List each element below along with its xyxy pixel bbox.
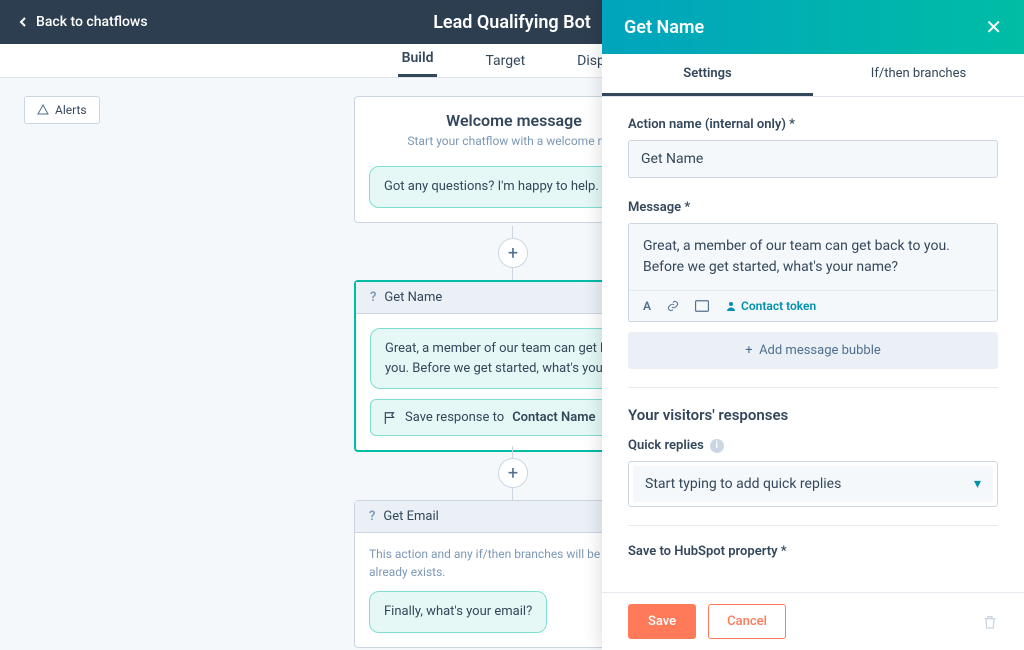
quick-replies-select[interactable]: Start typing to add quick replies ▾ [628,461,998,507]
question-icon: ? [370,290,376,305]
add-message-bubble-button[interactable]: + Add message bubble [628,332,998,369]
flag-icon [383,411,397,425]
connector [512,268,513,280]
tab-target[interactable]: Target [481,53,529,77]
connector [512,446,513,458]
contact-token-button[interactable]: Contact token [725,299,816,313]
save-to-property-label: Save to HubSpot property * [628,544,998,559]
back-button[interactable]: Back to chatflows [18,14,148,30]
page-title: Lead Qualifying Bot [433,12,591,33]
quick-replies-label: Quick replies i [628,438,998,453]
divider [628,387,998,388]
panel-footer: Save Cancel [602,592,1024,650]
get-name-strip: Get Name [384,290,442,305]
message-editor[interactable]: Great, a member of our team can get back… [628,223,998,322]
get-email-bubble: Finally, what's your email? [369,591,547,633]
tab-build[interactable]: Build [398,50,438,77]
back-label: Back to chatflows [36,14,148,30]
delete-icon[interactable] [982,613,998,631]
media-icon[interactable] [695,300,709,312]
save-prefix: Save response to [405,410,504,425]
question-icon: ? [369,509,375,524]
message-text[interactable]: Great, a member of our team can get back… [629,224,997,290]
action-name-input[interactable] [628,140,998,178]
tab-settings[interactable]: Settings [602,54,813,96]
panel-body: Action name (internal only) * Message * … [602,97,1024,592]
save-button[interactable]: Save [628,604,696,639]
connector [512,226,513,238]
chevron-left-icon [18,17,28,27]
panel-title: Get Name [624,17,704,38]
text-format-icon[interactable]: A [643,299,651,313]
close-icon[interactable]: ✕ [985,15,1002,39]
info-icon[interactable]: i [710,439,724,453]
add-step-button[interactable]: + [498,238,528,268]
panel-header: Get Name ✕ [602,0,1024,54]
panel-tabs: Settings If/then branches [602,54,1024,97]
person-icon [725,300,737,312]
message-label: Message * [628,200,998,215]
message-toolbar: A Contact token [629,290,997,321]
cancel-button[interactable]: Cancel [708,604,786,639]
caret-down-icon: ▾ [974,476,981,492]
responses-heading: Your visitors' responses [628,406,998,424]
tab-ifthen[interactable]: If/then branches [813,54,1024,96]
get-email-strip: Get Email [383,509,438,524]
add-step-button[interactable]: + [498,458,528,488]
action-name-label: Action name (internal only) * [628,117,998,132]
link-icon[interactable] [667,300,679,312]
connector [512,488,513,500]
divider [628,525,998,526]
save-field: Contact Name [512,410,595,425]
side-panel: Get Name ✕ Settings If/then branches Act… [602,0,1024,650]
quick-replies-placeholder: Start typing to add quick replies [645,476,841,492]
